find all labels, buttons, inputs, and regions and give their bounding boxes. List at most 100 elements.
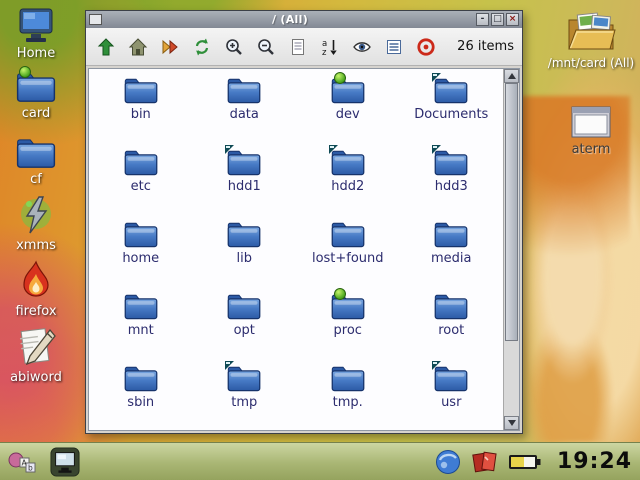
card-folder-icon (565, 8, 617, 54)
folder-icon (226, 148, 262, 177)
desktop-icon-xmms[interactable]: xmms (4, 194, 68, 253)
file-item[interactable]: mnt (89, 292, 193, 355)
desktop-icon-firefox[interactable]: firefox (4, 260, 68, 319)
file-label: opt (234, 323, 255, 338)
file-item[interactable]: home (89, 220, 193, 283)
jump-arrows-icon (160, 37, 180, 57)
refresh-icon (192, 37, 212, 57)
scrollbar-track[interactable] (504, 83, 519, 416)
desktop-icon-label: Home (17, 46, 55, 61)
file-label: data (230, 107, 259, 122)
battery-icon[interactable] (508, 451, 542, 473)
taskbar-tray: 19:24 (434, 448, 632, 476)
file-label: lost+found (312, 251, 384, 266)
zoom-in-button[interactable] (222, 35, 246, 59)
terminal-window-icon (570, 104, 612, 140)
file-item[interactable]: tmp (193, 364, 297, 427)
desktop-icon-abiword[interactable]: abiword (4, 326, 68, 385)
display-icon[interactable] (50, 447, 80, 477)
maximize-button[interactable]: □ (491, 13, 504, 26)
desktop-icon-card[interactable]: card (4, 70, 68, 121)
abiword-pen-icon (14, 326, 58, 368)
file-item[interactable]: tmp. (296, 364, 400, 427)
folder-icon (433, 292, 469, 321)
folder-icon (226, 76, 262, 105)
file-item[interactable]: dev (296, 76, 400, 139)
file-item[interactable]: lost+found (296, 220, 400, 283)
desktop-icon-label: /mnt/card (All) (548, 56, 634, 70)
folder-icon (226, 292, 262, 321)
file-item[interactable]: root (400, 292, 504, 355)
folder-icon (330, 364, 366, 393)
file-item[interactable]: Documents (400, 76, 504, 139)
file-item[interactable]: bin (89, 76, 193, 139)
bookmarks-button[interactable] (158, 35, 182, 59)
scroll-down-button[interactable] (504, 416, 519, 430)
close-button[interactable]: × (506, 13, 519, 26)
text-view-button[interactable] (286, 35, 310, 59)
file-item[interactable]: media (400, 220, 504, 283)
folder-icon (123, 292, 159, 321)
file-item[interactable]: usr (400, 364, 504, 427)
desktop-icon-cf[interactable]: cf (4, 136, 68, 187)
desktop-icon-label: xmms (16, 238, 56, 253)
file-item[interactable]: hdd3 (400, 148, 504, 211)
symlink-badge (432, 73, 441, 82)
details-button[interactable] (382, 35, 406, 59)
file-label: hdd1 (228, 179, 261, 194)
down-triangle-icon (508, 420, 516, 426)
file-item[interactable]: proc (296, 292, 400, 355)
vertical-scrollbar[interactable] (503, 69, 519, 430)
home-button[interactable] (126, 35, 150, 59)
taskbar-clock: 19:24 (557, 449, 632, 474)
mount-dot (19, 66, 31, 78)
file-view: bin data dev (88, 68, 520, 431)
up-button[interactable] (94, 35, 118, 59)
firefox-flame-icon (15, 260, 57, 302)
folder-icon (123, 76, 159, 105)
document-lines-icon (288, 37, 308, 57)
file-item[interactable]: hdd2 (296, 148, 400, 211)
window-menu-icon[interactable] (89, 14, 102, 25)
network-icon[interactable] (434, 448, 462, 476)
scrollbar-thumb[interactable] (505, 83, 518, 341)
xmms-icon (15, 194, 57, 236)
titlebar[interactable]: / (All) - □ × (86, 11, 522, 28)
file-item[interactable]: sbin (89, 364, 193, 427)
minimize-button[interactable]: - (476, 13, 489, 26)
file-item[interactable]: lib (193, 220, 297, 283)
zoom-out-button[interactable] (254, 35, 278, 59)
folder-icon (226, 364, 262, 393)
file-label: home (122, 251, 159, 266)
file-item[interactable]: data (193, 76, 297, 139)
package-icon[interactable] (471, 448, 499, 476)
file-label: tmp. (333, 395, 363, 410)
refresh-button[interactable] (190, 35, 214, 59)
folder-icon (433, 148, 469, 177)
toolbar: a z 26 items (86, 28, 522, 66)
desktop-icon-label: cf (30, 172, 42, 187)
sort-button[interactable]: a z (318, 35, 342, 59)
file-manager-window: / (All) - □ × (85, 10, 523, 434)
desktop-icon-aterm[interactable]: aterm (556, 104, 626, 157)
svg-text:b: b (28, 463, 33, 472)
file-item[interactable]: hdd1 (193, 148, 297, 211)
scroll-up-button[interactable] (504, 69, 519, 83)
details-list-icon (384, 37, 404, 57)
file-grid: bin data dev (89, 69, 503, 430)
desktop-icon-home[interactable]: Home (4, 6, 68, 61)
desktop-icon-label: firefox (15, 304, 56, 319)
desktop-icon-mnt-card[interactable]: /mnt/card (All) (546, 8, 636, 70)
folder-icon (330, 220, 366, 249)
input-method-icon[interactable]: A b (8, 448, 38, 476)
symlink-badge (432, 361, 441, 370)
help-button[interactable] (414, 35, 438, 59)
mount-dot (334, 72, 346, 84)
desktop-icon-label: aterm (572, 142, 611, 157)
show-hidden-button[interactable] (350, 35, 374, 59)
file-label: etc (131, 179, 151, 194)
folder-icon (15, 70, 57, 104)
desktop-icon-label: abiword (10, 370, 62, 385)
file-item[interactable]: opt (193, 292, 297, 355)
file-item[interactable]: etc (89, 148, 193, 211)
